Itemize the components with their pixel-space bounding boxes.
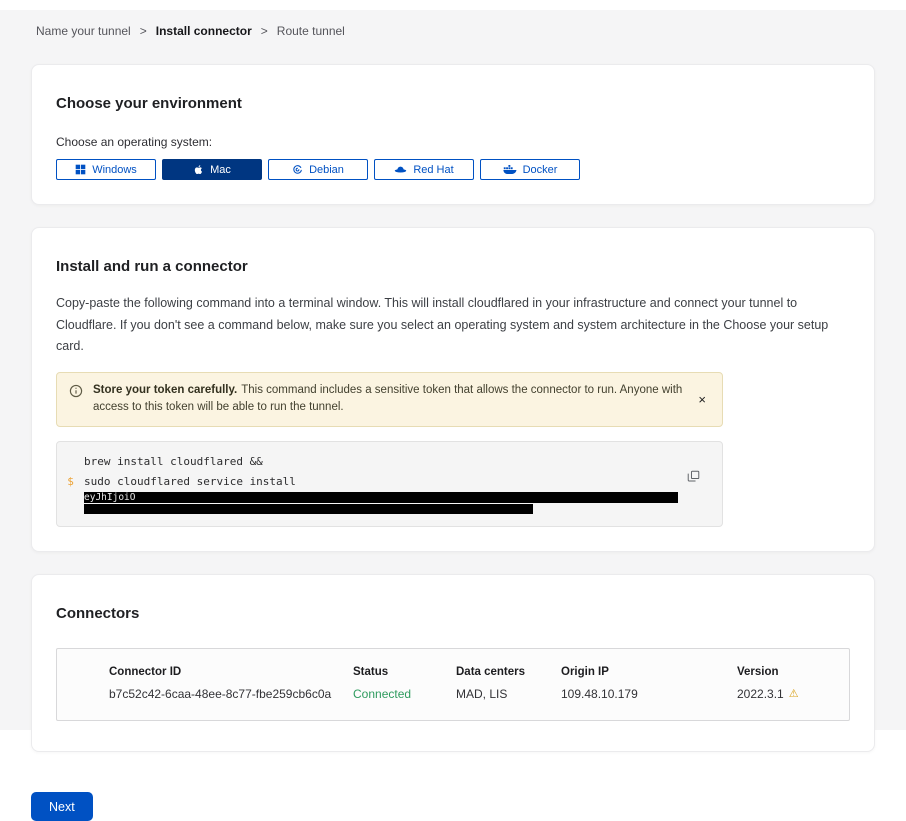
- os-button-redhat[interactable]: Red Hat: [374, 159, 474, 180]
- col-header-status: Status: [353, 666, 456, 678]
- environment-card-title: Choose your environment: [56, 95, 850, 112]
- os-select-label: Choose an operating system:: [56, 135, 850, 149]
- os-button-windows[interactable]: Windows: [56, 159, 156, 180]
- connectors-table: Connector ID Status Data centers Origin …: [56, 648, 850, 721]
- debian-icon: [292, 164, 303, 175]
- close-icon[interactable]: ×: [694, 391, 710, 408]
- os-button-group: Windows Mac Debian Red Hat: [56, 159, 850, 180]
- shell-prompt-empty: [57, 452, 84, 472]
- redacted-token-bar: eyJhIjoiO: [84, 492, 678, 503]
- version-warning-icon: ⚠: [789, 689, 799, 700]
- cell-connector-id: b7c52c42-6caa-48ee-8c77-fbe259cb6c0a: [57, 687, 353, 701]
- os-button-debian[interactable]: Debian: [268, 159, 368, 180]
- main-content: Name your tunnel > Install connector > R…: [0, 10, 906, 730]
- docker-icon: [503, 164, 517, 175]
- version-text: 2022.3.1: [737, 687, 784, 701]
- shell-prompt: $: [57, 472, 84, 492]
- breadcrumb-step-route-tunnel[interactable]: Route tunnel: [277, 24, 345, 38]
- breadcrumb-step-name-your-tunnel[interactable]: Name your tunnel: [36, 24, 131, 38]
- info-icon: [69, 384, 83, 405]
- os-button-label: Windows: [92, 164, 137, 176]
- warning-title: Store your token carefully.: [93, 384, 237, 396]
- cell-origin-ip: 109.48.10.179: [561, 687, 737, 701]
- os-button-docker[interactable]: Docker: [480, 159, 580, 180]
- apple-icon: [193, 163, 204, 176]
- copy-icon[interactable]: [685, 468, 702, 488]
- install-card: Install and run a connector Copy-paste t…: [31, 227, 875, 552]
- connectors-table-grid: Connector ID Status Data centers Origin …: [57, 649, 849, 720]
- cell-data-centers: MAD, LIS: [456, 687, 561, 701]
- col-header-data-centers: Data centers: [456, 666, 561, 678]
- warning-text: Store your token carefully.This command …: [93, 382, 684, 418]
- connectors-card-title: Connectors: [56, 605, 850, 622]
- redacted-token-bar: [84, 504, 533, 514]
- environment-card: Choose your environment Choose an operat…: [31, 64, 875, 205]
- install-command-code-block: brew install cloudflared && $ sudo cloud…: [56, 441, 723, 527]
- install-description: Copy-paste the following command into a …: [56, 293, 850, 358]
- install-card-title: Install and run a connector: [56, 258, 850, 275]
- code-line: brew install cloudflared &&: [57, 452, 722, 472]
- windows-icon: [75, 164, 86, 175]
- breadcrumb-separator: >: [261, 24, 268, 38]
- code-line-2: sudo cloudflared service install: [84, 472, 296, 492]
- cell-status: Connected: [353, 687, 456, 701]
- breadcrumb-separator: >: [140, 24, 147, 38]
- os-button-label: Red Hat: [413, 164, 453, 176]
- breadcrumb-step-install-connector[interactable]: Install connector: [156, 24, 252, 38]
- col-header-origin-ip: Origin IP: [561, 666, 737, 678]
- os-button-label: Debian: [309, 164, 344, 176]
- col-header-connector-id: Connector ID: [57, 666, 353, 678]
- os-button-mac[interactable]: Mac: [162, 159, 262, 180]
- cell-version: 2022.3.1 ⚠: [737, 687, 849, 701]
- redhat-icon: [394, 164, 407, 175]
- code-line: $ sudo cloudflared service install: [57, 472, 722, 492]
- code-line-1: brew install cloudflared &&: [84, 452, 263, 472]
- token-warning-banner: Store your token carefully.This command …: [56, 372, 723, 428]
- os-button-label: Docker: [523, 164, 558, 176]
- breadcrumb: Name your tunnel > Install connector > R…: [0, 10, 906, 38]
- token-prefix: eyJhIjoiO: [84, 492, 135, 503]
- col-header-version: Version: [737, 666, 849, 678]
- connectors-card: Connectors Connector ID Status Data cent…: [31, 574, 875, 752]
- os-button-label: Mac: [210, 164, 231, 176]
- next-button[interactable]: Next: [31, 792, 93, 821]
